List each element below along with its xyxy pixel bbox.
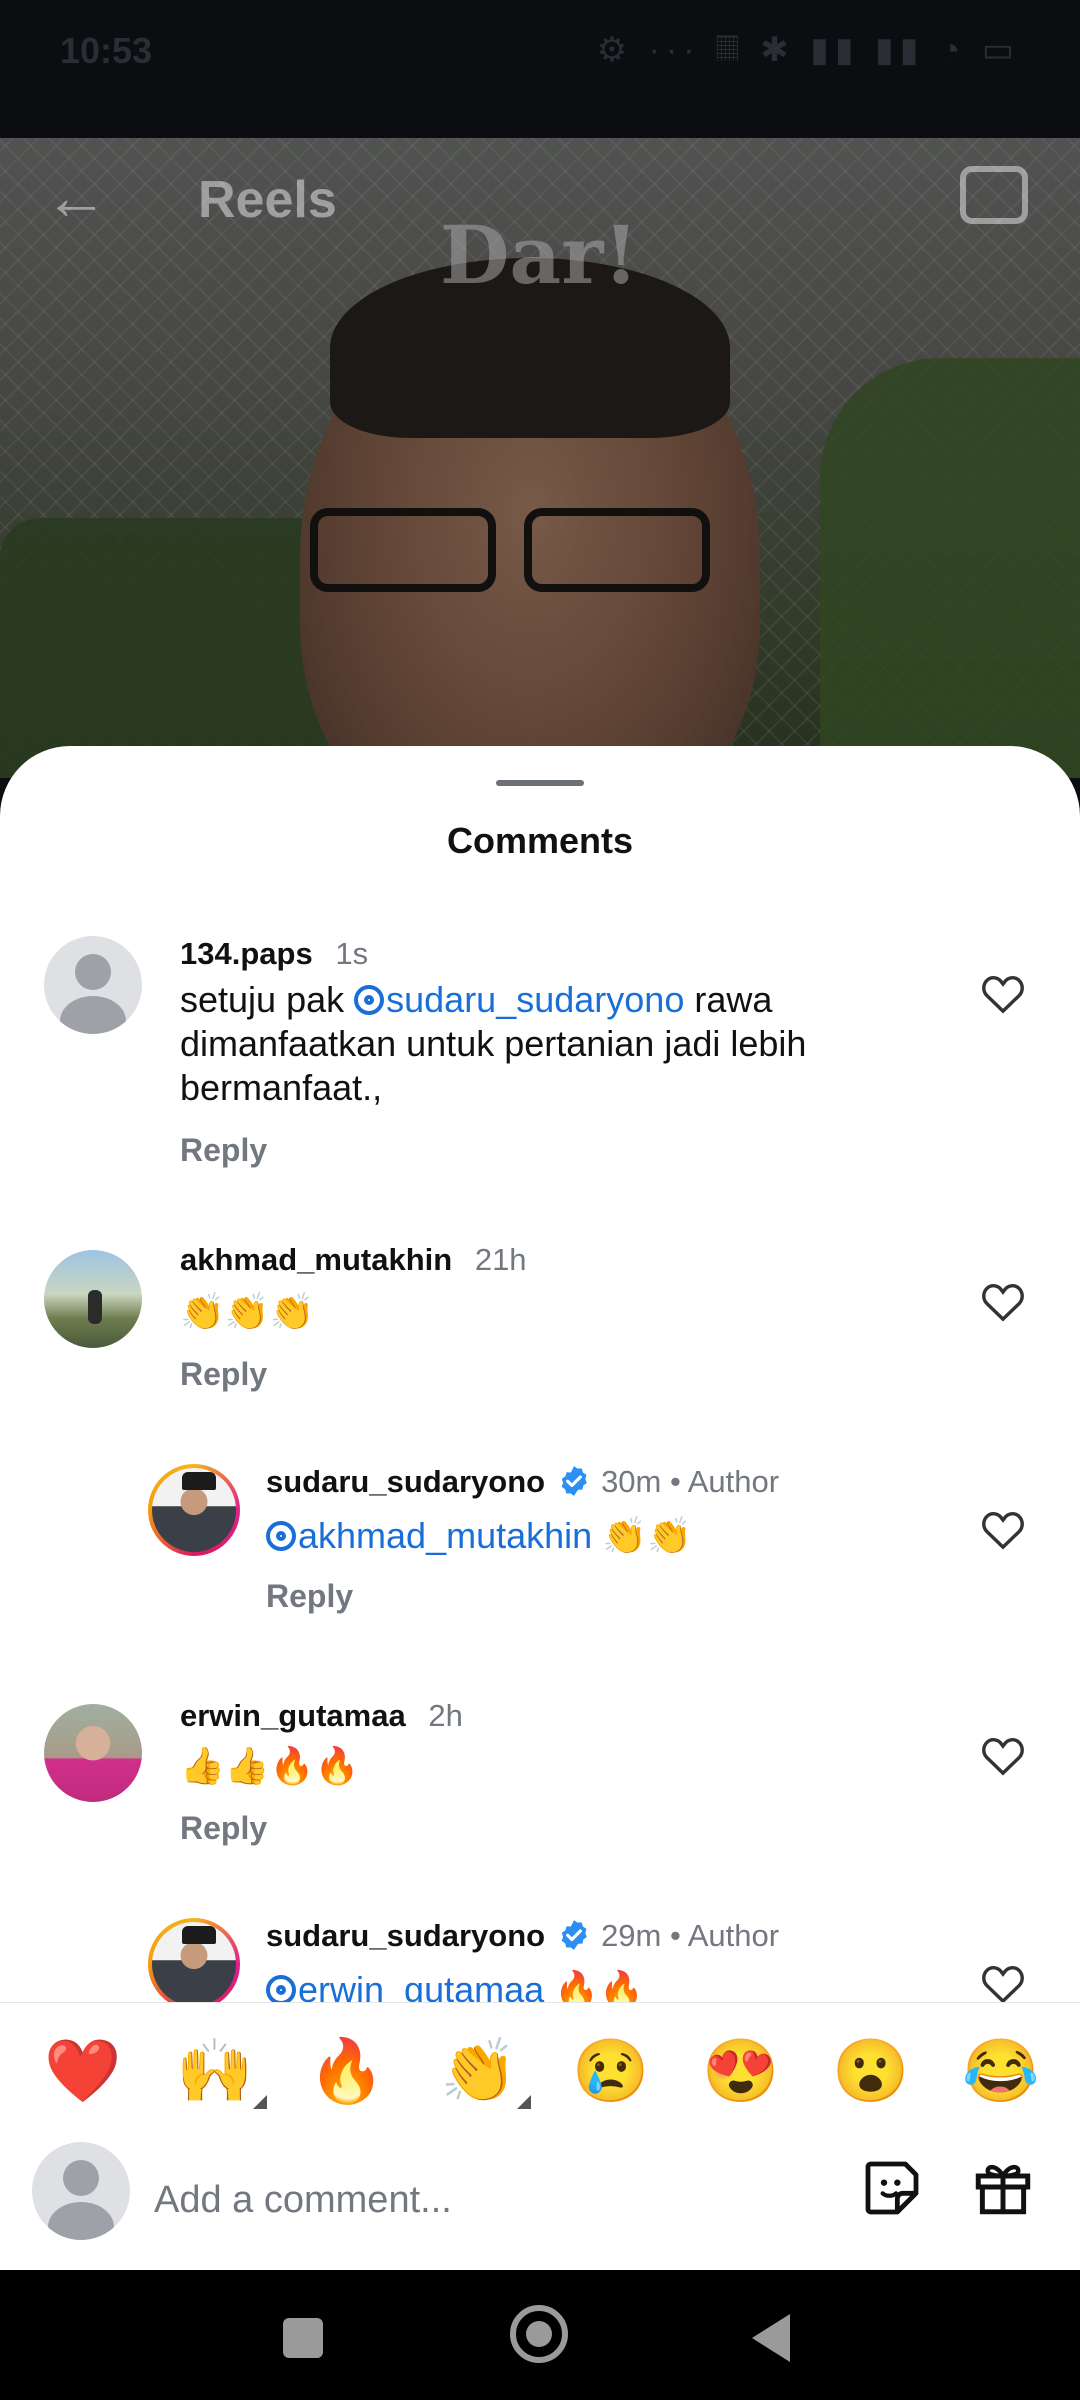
- comment-username[interactable]: sudaru_sudaryono: [266, 1918, 545, 1953]
- comment-username[interactable]: erwin_gutamaa: [180, 1698, 406, 1733]
- status-time: 10:53: [60, 30, 153, 71]
- avatar[interactable]: [148, 1464, 240, 1556]
- comment-meta: 134.paps 1s: [180, 936, 368, 972]
- comment-meta: akhmad_mutakhin 21h: [180, 1242, 527, 1278]
- reply-button[interactable]: Reply: [180, 1132, 267, 1169]
- heart-icon[interactable]: [980, 972, 1026, 1014]
- comment-time: 2h: [428, 1698, 463, 1733]
- avatar[interactable]: [44, 1250, 142, 1348]
- camera-icon[interactable]: [960, 166, 1028, 224]
- emoji-laughing[interactable]: 😂: [962, 2041, 1039, 2103]
- system-nav-bar: [0, 2270, 1080, 2400]
- gift-icon[interactable]: [970, 2154, 1036, 2220]
- comment-text: akhmad_mutakhin 👏👏: [266, 1514, 692, 1558]
- comment-time: 29m: [601, 1918, 662, 1953]
- comment-composer: [0, 2142, 1080, 2270]
- status-bar: 10:53 ⚙ ··· 𝄜 ✱ ▮▮ ▮▮ ◔ ▭: [0, 0, 1080, 138]
- comment-username[interactable]: 134.paps: [180, 936, 313, 971]
- threads-icon: [354, 985, 385, 1015]
- emoji-raising-hands[interactable]: 🙌: [176, 2041, 268, 2109]
- comment-text: 👏👏👏: [180, 1291, 315, 1332]
- heart-icon[interactable]: [980, 1734, 1026, 1776]
- avatar[interactable]: [44, 1704, 142, 1802]
- verified-badge-icon: [561, 1466, 587, 1496]
- sticker-icon[interactable]: [860, 2156, 924, 2220]
- back-arrow-icon[interactable]: ←: [44, 160, 108, 234]
- emoji-surprised[interactable]: 😮: [832, 2041, 909, 2103]
- skin-tone-indicator-icon: [253, 2095, 268, 2109]
- comment-time: 1s: [335, 936, 369, 971]
- reels-title: Reels: [198, 171, 337, 229]
- comment-meta: erwin_gutamaa 2h: [180, 1698, 463, 1734]
- mention-link[interactable]: akhmad_mutakhin: [266, 1515, 592, 1556]
- emoji-fire[interactable]: 🔥: [308, 2041, 385, 2103]
- emoji-clap[interactable]: 👏: [440, 2041, 532, 2109]
- back-triangle-icon[interactable]: [752, 2314, 790, 2362]
- comment-time: 21h: [474, 1242, 527, 1277]
- mention-username: sudaru_sudaryono: [386, 979, 685, 1020]
- comment-time: 30m: [601, 1464, 662, 1499]
- comment-text-after: 👏👏: [592, 1515, 692, 1556]
- comment-username[interactable]: akhmad_mutakhin: [180, 1242, 452, 1277]
- sheet-title: Comments: [446, 820, 634, 861]
- reel-video[interactable]: Dar! ← Reels: [0, 138, 1080, 778]
- my-avatar: [32, 2142, 130, 2240]
- comment-text-before: setuju pak: [180, 979, 355, 1020]
- comment-meta: sudaru_sudaryono 30m • Author: [266, 1464, 780, 1499]
- author-label: Author: [687, 1464, 780, 1499]
- drag-handle[interactable]: [496, 780, 584, 786]
- emoji-heart-eyes[interactable]: 😍: [702, 2041, 779, 2103]
- reply-button[interactable]: Reply: [266, 1578, 353, 1615]
- threads-icon: [266, 1975, 296, 2005]
- verified-badge-icon: [561, 1920, 587, 1950]
- comment-meta: sudaru_sudaryono 29m • Author: [266, 1918, 780, 1953]
- status-icons: ⚙ ··· 𝄜 ✱ ▮▮ ▮▮ ◔ ▭: [596, 31, 1020, 69]
- mention-username: akhmad_mutakhin: [298, 1515, 593, 1556]
- recents-icon[interactable]: [283, 2318, 323, 2358]
- reels-header: ← Reels: [0, 138, 1080, 258]
- emoji-heart[interactable]: ❤️: [44, 2041, 121, 2103]
- avatar[interactable]: [44, 936, 142, 1034]
- emoji-glyph: 🙌: [176, 2037, 254, 2106]
- threads-icon: [266, 1521, 296, 1551]
- mention-link[interactable]: sudaru_sudaryono: [354, 979, 684, 1020]
- reply-button[interactable]: Reply: [180, 1356, 267, 1393]
- heart-icon[interactable]: [980, 1962, 1026, 2004]
- comment-input[interactable]: [152, 2164, 816, 2236]
- heart-icon[interactable]: [980, 1508, 1026, 1550]
- skin-tone-indicator-icon: [517, 2095, 532, 2109]
- heart-icon[interactable]: [980, 1280, 1026, 1322]
- comment-username[interactable]: sudaru_sudaryono: [266, 1464, 545, 1499]
- emoji-glyph: 👏: [440, 2037, 518, 2106]
- avatar[interactable]: [148, 1918, 240, 2010]
- emoji-crying[interactable]: 😢: [572, 2041, 649, 2103]
- home-icon[interactable]: [510, 2305, 568, 2363]
- emoji-quick-bar: ❤️ 🙌 🔥 👏 😢 😍 😮 😂: [0, 2002, 1080, 2143]
- comment-text: setuju pak sudaru_sudaryono rawa dimanfa…: [180, 978, 940, 1110]
- author-label: Author: [687, 1918, 780, 1953]
- reply-button[interactable]: Reply: [180, 1810, 267, 1847]
- comment-text: 👍👍🔥🔥: [180, 1745, 360, 1786]
